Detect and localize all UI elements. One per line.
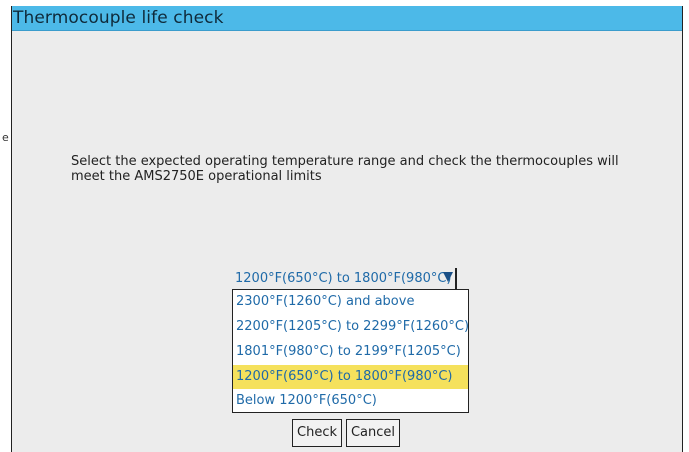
range-option-2200-to-2299[interactable]: 2200°F(1205°C) to 2299°F(1260°C) [233,315,469,339]
instruction-text: Select the expected operating temperatur… [71,154,619,184]
temperature-range-list[interactable]: 2300°F(1260°C) and above 2200°F(1205°C) … [232,289,469,413]
range-option-2300-and-above[interactable]: 2300°F(1260°C) and above [233,290,468,314]
range-option-1200-to-1800[interactable]: 1200°F(650°C) to 1800°F(980°C) [233,365,468,389]
temperature-range-select[interactable]: 1200°F(650°C) to 1800°F(980°C) [232,268,457,289]
title-bar: Thermocouple life check [12,6,682,31]
dropdown-arrow-icon[interactable] [443,272,453,282]
cancel-button[interactable]: Cancel [346,419,400,447]
dialog-title: Thermocouple life check [13,8,224,28]
select-current-value: 1200°F(650°C) to 1800°F(980°C) [235,271,452,286]
clipped-edge-text: e [2,131,9,144]
range-option-1801-to-2199[interactable]: 1801°F(980°C) to 2199°F(1205°C) [233,340,468,364]
range-option-below-1200[interactable]: Below 1200°F(650°C) [233,389,468,413]
check-button[interactable]: Check [292,419,342,447]
